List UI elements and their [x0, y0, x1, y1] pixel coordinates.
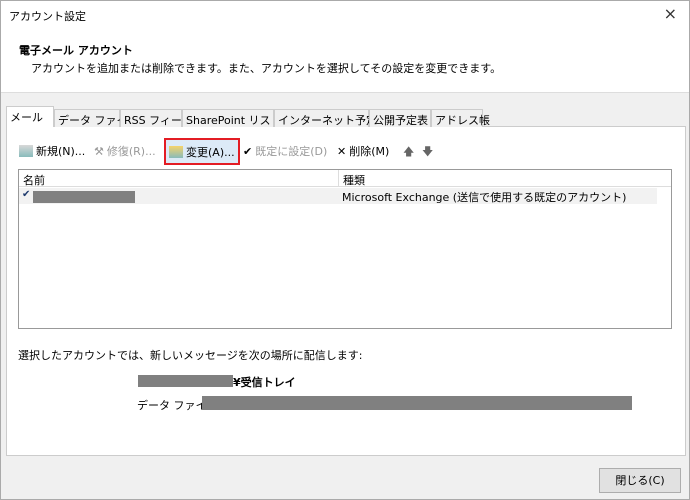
default-account-icon: ✔: [22, 189, 31, 200]
new-account-icon: [19, 145, 33, 157]
change-button[interactable]: 変更(A)...: [164, 138, 240, 165]
column-header-type[interactable]: 種類: [339, 170, 671, 187]
remove-label: 削除(M): [349, 145, 390, 158]
change-label: 変更(A)...: [186, 145, 235, 159]
column-header-name[interactable]: 名前: [19, 170, 339, 187]
redacted-mailbox: [138, 375, 233, 387]
repair-icon: ⚒: [94, 144, 104, 158]
delete-icon: ✕: [337, 144, 347, 158]
repair-button[interactable]: ⚒ 修復(R)...: [94, 143, 156, 159]
page-title: 電子メール アカウント: [19, 44, 133, 57]
tab-rss[interactable]: RSS フィード: [120, 109, 193, 127]
redacted-account-name: [33, 191, 135, 203]
tab-mail[interactable]: メール: [6, 106, 54, 127]
tab-sharepoint[interactable]: SharePoint リスト: [182, 109, 282, 127]
window-title: アカウント設定: [9, 10, 86, 23]
tab-data-files[interactable]: データ ファイル: [54, 109, 139, 127]
checkmark-icon: ✔: [243, 144, 253, 158]
move-down-button[interactable]: 🡇: [422, 143, 433, 162]
delivery-label: 選択したアカウントでは、新しいメッセージを次の場所に配信します:: [18, 349, 363, 362]
new-button[interactable]: 新規(N)...: [19, 143, 85, 159]
account-list[interactable]: 名前 種類 ✔ Microsoft Exchange (送信で使用する既定のアカ…: [18, 169, 672, 329]
delivery-folder: ¥受信トレイ: [233, 376, 296, 389]
header: 電子メール アカウント アカウントを追加または削除できます。また、アカウントを選…: [1, 29, 689, 93]
page-subtitle: アカウントを追加または削除できます。また、アカウントを選択してその設定を変更でき…: [31, 62, 502, 75]
tab-internet-calendars[interactable]: インターネット予定表: [274, 109, 388, 127]
remove-button[interactable]: ✕ 削除(M): [337, 143, 389, 159]
set-default-button[interactable]: ✔ 既定に設定(D): [243, 143, 327, 159]
new-label: 新規(N)...: [36, 145, 86, 158]
tab-address-books[interactable]: アドレス帳: [431, 109, 490, 127]
table-row[interactable]: ✔ Microsoft Exchange (送信で使用する既定のアカウント): [19, 188, 657, 204]
move-up-button[interactable]: 🡅: [403, 143, 414, 162]
close-window-button[interactable]: ×: [664, 4, 677, 23]
set-default-label: 既定に設定(D): [255, 145, 328, 158]
account-type: Microsoft Exchange (送信で使用する既定のアカウント): [342, 191, 627, 204]
redacted-data-file-path: [202, 396, 632, 410]
tab-published-calendars[interactable]: 公開予定表: [369, 109, 431, 127]
change-account-icon: [169, 145, 183, 158]
repair-label: 修復(R)...: [106, 145, 156, 158]
title-bar: アカウント設定 ×: [1, 1, 689, 29]
close-button[interactable]: 閉じる(C): [599, 468, 681, 493]
